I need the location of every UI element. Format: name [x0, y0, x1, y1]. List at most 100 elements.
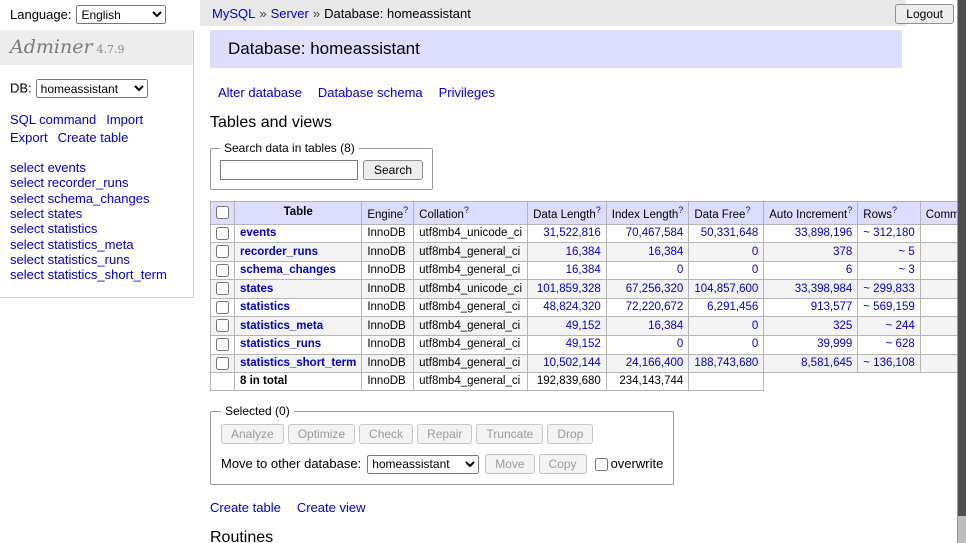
index-length-link[interactable]: 0	[677, 338, 683, 350]
help-link[interactable]: ?	[847, 205, 852, 215]
help-link[interactable]: ?	[892, 205, 897, 215]
row-checkbox[interactable]	[216, 301, 229, 314]
data-free-link[interactable]: 188,743,680	[694, 357, 758, 369]
rows-link[interactable]: ~ 136,108	[863, 357, 914, 369]
db-select[interactable]: homeassistant	[36, 79, 148, 98]
move-button[interactable]: Move	[485, 454, 534, 474]
help-link[interactable]: ?	[745, 205, 750, 215]
drop-button[interactable]: Drop	[547, 424, 593, 444]
sidebar-table-link-select-statistics-runs[interactable]: select statistics_runs	[10, 252, 183, 267]
sidebar-table-link-select-recorder-runs[interactable]: select recorder_runs	[10, 175, 183, 190]
create-view-link[interactable]: Create view	[297, 500, 366, 515]
auto-increment-link[interactable]: 33,398,984	[795, 283, 853, 295]
optimize-button[interactable]: Optimize	[288, 424, 355, 444]
data-length-link[interactable]: 10,502,144	[543, 357, 601, 369]
sidebar-table-link-select-statistics-meta[interactable]: select statistics_meta	[10, 237, 183, 252]
breadcrumb-link-server[interactable]: Server	[271, 6, 309, 21]
row-checkbox[interactable]	[216, 357, 229, 370]
language-select[interactable]: English	[76, 5, 166, 24]
table-name-link[interactable]: events	[240, 227, 276, 239]
rows-link[interactable]: ~ 244	[886, 320, 915, 332]
row-checkbox[interactable]	[216, 245, 229, 258]
create-table-link[interactable]: Create table	[210, 500, 281, 515]
action-link-database-schema[interactable]: Database schema	[318, 85, 423, 100]
auto-increment-link[interactable]: 913,577	[811, 301, 853, 313]
row-checkbox[interactable]	[216, 264, 229, 277]
index-length-link[interactable]: 70,467,584	[626, 227, 684, 239]
sidebar-table-link-select-schema-changes[interactable]: select schema_changes	[10, 191, 183, 206]
help-link[interactable]: ?	[596, 205, 601, 215]
search-button[interactable]: Search	[363, 160, 423, 180]
scrollbar-thumb[interactable]	[958, 0, 966, 516]
help-link[interactable]: ?	[678, 205, 683, 215]
rows-link[interactable]: ~ 299,833	[863, 283, 914, 295]
repair-button[interactable]: Repair	[417, 424, 472, 444]
data-length-link[interactable]: 31,522,816	[543, 227, 601, 239]
auto-increment-link[interactable]: 33,898,196	[795, 227, 853, 239]
sidebar-table-link-select-states[interactable]: select states	[10, 206, 183, 221]
index-length-link[interactable]: 0	[677, 264, 683, 276]
overwrite-checkbox[interactable]	[595, 458, 608, 471]
table-name-link[interactable]: statistics_runs	[240, 338, 321, 350]
data-length-link[interactable]: 49,152	[566, 338, 601, 350]
data-free-link[interactable]: 0	[752, 320, 758, 332]
table-name-link[interactable]: recorder_runs	[240, 246, 318, 258]
logout-button[interactable]: Logout	[895, 4, 954, 24]
sidebar-link-sql-command[interactable]: SQL command	[10, 112, 96, 127]
table-name-link[interactable]: schema_changes	[240, 264, 336, 276]
sidebar-table-link-select-statistics-short-term[interactable]: select statistics_short_term	[10, 267, 183, 282]
data-length-link[interactable]: 48,824,320	[543, 301, 601, 313]
auto-increment-link[interactable]: 325	[833, 320, 852, 332]
data-length-link[interactable]: 49,152	[566, 320, 601, 332]
auto-increment-link[interactable]: 6	[846, 264, 852, 276]
action-link-privileges[interactable]: Privileges	[439, 85, 495, 100]
data-free-link[interactable]: 0	[752, 264, 758, 276]
data-free-link[interactable]: 0	[752, 246, 758, 258]
rows-link[interactable]: ~ 628	[886, 338, 915, 350]
index-length-link[interactable]: 16,384	[648, 246, 683, 258]
sidebar-link-create-table[interactable]: Create table	[58, 130, 129, 145]
rows-link[interactable]: ~ 3	[898, 264, 914, 276]
index-length-link[interactable]: 67,256,320	[626, 283, 684, 295]
data-length-link[interactable]: 16,384	[566, 264, 601, 276]
search-input[interactable]	[220, 160, 358, 180]
table-name-link[interactable]: statistics_short_term	[240, 357, 356, 369]
help-link[interactable]: ?	[464, 205, 469, 215]
help-link[interactable]: ?	[403, 205, 408, 215]
action-link-alter-database[interactable]: Alter database	[218, 85, 302, 100]
data-free-link[interactable]: 50,331,648	[701, 227, 759, 239]
data-free-link[interactable]: 104,857,600	[694, 283, 758, 295]
copy-button[interactable]: Copy	[539, 454, 587, 474]
data-length-link[interactable]: 101,859,328	[537, 283, 601, 295]
index-length-link[interactable]: 24,166,400	[626, 357, 684, 369]
check-button[interactable]: Check	[359, 424, 413, 444]
table-name-link[interactable]: statistics_meta	[240, 320, 323, 332]
truncate-button[interactable]: Truncate	[476, 424, 543, 444]
move-db-select[interactable]: homeassistant	[367, 455, 479, 474]
row-checkbox[interactable]	[216, 227, 229, 240]
row-checkbox[interactable]	[216, 319, 229, 332]
auto-increment-link[interactable]: 378	[833, 246, 852, 258]
sidebar-link-import[interactable]: Import	[106, 112, 143, 127]
data-length-link[interactable]: 16,384	[566, 246, 601, 258]
row-checkbox[interactable]	[216, 282, 229, 295]
auto-increment-link[interactable]: 8,581,645	[801, 357, 852, 369]
table-name-link[interactable]: statistics	[240, 301, 290, 313]
data-free-link[interactable]: 6,291,456	[707, 301, 758, 313]
rows-link[interactable]: ~ 569,159	[863, 301, 914, 313]
sidebar-table-link-select-events[interactable]: select events	[10, 160, 183, 175]
row-checkbox[interactable]	[216, 338, 229, 351]
analyze-button[interactable]: Analyze	[221, 424, 284, 444]
index-length-link[interactable]: 16,384	[648, 320, 683, 332]
auto-increment-link[interactable]: 39,999	[817, 338, 852, 350]
data-free-link[interactable]: 0	[752, 338, 758, 350]
index-length-link[interactable]: 72,220,672	[626, 301, 684, 313]
rows-link[interactable]: ~ 312,180	[863, 227, 914, 239]
rows-link[interactable]: ~ 5	[898, 246, 914, 258]
select-all-checkbox[interactable]	[216, 206, 229, 219]
table-name-link[interactable]: states	[240, 283, 273, 295]
vertical-scrollbar[interactable]	[957, 0, 966, 543]
sidebar-table-link-select-statistics[interactable]: select statistics	[10, 221, 183, 236]
sidebar-link-export[interactable]: Export	[10, 130, 48, 145]
breadcrumb-link-mysql[interactable]: MySQL	[212, 6, 255, 21]
